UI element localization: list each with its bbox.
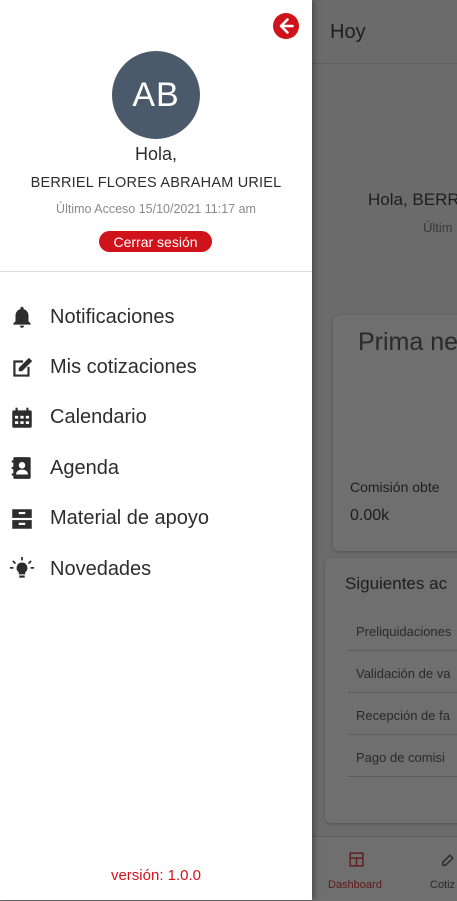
next-action-item: Pago de comisi: [356, 750, 445, 765]
next-actions-title: Siguientes ac: [345, 574, 448, 593]
menu-item-agenda[interactable]: Agenda: [0, 443, 312, 493]
edit-icon: [13, 357, 33, 377]
edit-icon: [442, 854, 454, 866]
menu-item-label: Novedades: [50, 557, 152, 580]
last-access: Último Acceso 15/10/2021 11:17 am: [56, 202, 256, 216]
dashboard-icon: [349, 852, 364, 867]
contacts-icon: [11, 457, 31, 480]
next-action-item: Validación de va: [356, 666, 451, 681]
app-version: versión: 1.0.0: [110, 867, 202, 884]
menu-item-notificaciones[interactable]: Notificaciones: [0, 292, 312, 342]
bottom-nav-dashboard: Dashboard: [328, 879, 382, 891]
next-actions-card: [325, 558, 457, 823]
app-bar: Hoy: [312, 0, 457, 64]
dashboard-last-access: Últim: [423, 220, 453, 235]
archive-icon: [12, 509, 32, 529]
menu-item-novedades[interactable]: Novedades: [0, 544, 312, 594]
menu-item-label: Agenda: [50, 456, 119, 479]
app-bar-title: Hoy: [330, 21, 366, 43]
comision-label: Comisión obte: [350, 479, 440, 495]
logout-button[interactable]: Cerrar sesión: [99, 231, 212, 252]
greeting: Hola,: [134, 144, 178, 164]
user-name: BERRIEL FLORES ABRAHAM URIEL: [30, 175, 282, 191]
divider: [348, 776, 457, 777]
prima-card-title: Prima ne: [358, 328, 457, 356]
divider: [0, 271, 312, 272]
navigation-drawer: AB Hola, BERRIEL FLORES ABRAHAM URIEL Úl…: [0, 0, 312, 900]
bell-icon: [13, 306, 31, 329]
menu-item-label: Calendario: [50, 406, 147, 429]
menu-item-mis-cotizaciones[interactable]: Mis cotizaciones: [0, 342, 312, 392]
back-arrow-icon[interactable]: [272, 12, 300, 40]
bottom-nav: Dashboard Cotiz: [312, 836, 457, 901]
menu-item-calendario[interactable]: Calendario: [0, 393, 312, 443]
next-action-item: Preliquidaciones: [356, 624, 452, 639]
divider: [348, 692, 457, 693]
menu-item-label: Mis cotizaciones: [50, 356, 197, 379]
divider: [348, 734, 457, 735]
lightbulb-icon: [9, 556, 35, 578]
calendar-icon: [12, 407, 32, 428]
menu-item-material-de-apoyo[interactable]: Material de apoyo: [0, 494, 312, 544]
dashboard-greeting: Hola, BERRI: [368, 190, 457, 209]
avatar: AB: [112, 51, 200, 139]
divider: [348, 650, 457, 651]
menu-item-label: Notificaciones: [50, 305, 175, 328]
avatar-initials: AB: [132, 75, 180, 114]
next-action-item: Recepción de fa: [356, 708, 450, 723]
comision-value: 0.00k: [350, 507, 390, 524]
drawer-menu: Notificaciones Mis cotizaciones Calendar…: [0, 292, 312, 594]
bottom-nav-cotizaciones: Cotiz: [430, 879, 456, 891]
menu-item-label: Material de apoyo: [50, 507, 209, 530]
logout-button-label: Cerrar sesión: [113, 233, 198, 250]
